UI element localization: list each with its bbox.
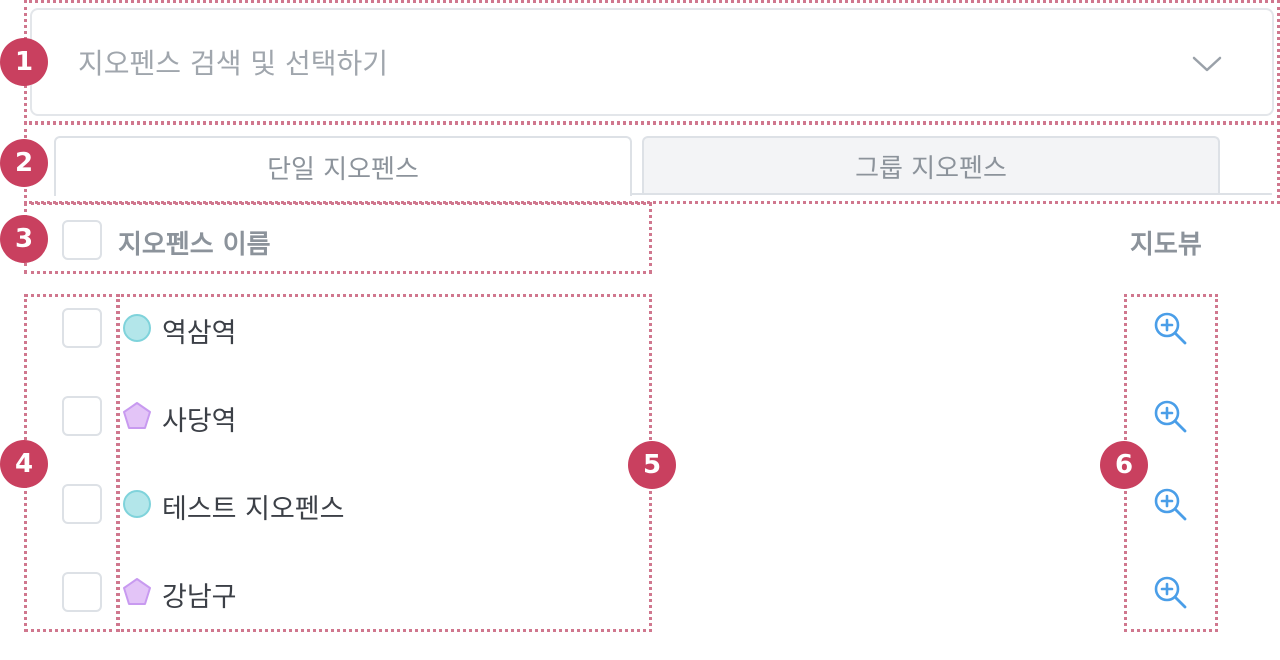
polygon-geofence-icon xyxy=(123,578,151,605)
chevron-down-icon[interactable] xyxy=(1190,48,1224,78)
annotation-marker-6: 6 xyxy=(1100,441,1148,489)
zoom-in-icon[interactable] xyxy=(1152,310,1188,346)
column-header-map-view: 지도뷰 xyxy=(1130,230,1202,260)
geofence-name: 테스트 지오펜스 xyxy=(162,494,345,525)
annotation-marker-2: 2 xyxy=(0,139,48,187)
annotation-marker-1: 1 xyxy=(0,38,48,86)
tab-group-geofence[interactable]: 그룹 지오펜스 xyxy=(642,136,1220,194)
tab-divider xyxy=(632,193,1272,195)
search-placeholder: 지오펜스 검색 및 선택하기 xyxy=(78,47,389,80)
select-all-checkbox[interactable] xyxy=(62,220,102,260)
row-checkbox[interactable] xyxy=(62,484,102,524)
geofence-panel: 지오펜스 검색 및 선택하기 단일 지오펜스 그룹 지오펜스 지오펜스 이름 지… xyxy=(0,0,1280,660)
circle-geofence-icon xyxy=(123,314,151,342)
annotation-marker-3: 3 xyxy=(0,215,48,263)
zoom-in-icon[interactable] xyxy=(1152,486,1188,522)
geofence-name: 사당역 xyxy=(162,406,237,437)
polygon-geofence-icon xyxy=(123,402,151,429)
row-checkbox[interactable] xyxy=(62,396,102,436)
geofence-name: 역삼역 xyxy=(162,318,237,349)
geofence-name: 강남구 xyxy=(162,582,237,613)
annotation-marker-4: 4 xyxy=(0,440,48,488)
row-checkbox[interactable] xyxy=(62,308,102,348)
circle-geofence-icon xyxy=(123,490,151,518)
row-checkbox[interactable] xyxy=(62,572,102,612)
column-header-name: 지오펜스 이름 xyxy=(118,230,271,260)
zoom-in-icon[interactable] xyxy=(1152,398,1188,434)
zoom-in-icon[interactable] xyxy=(1152,574,1188,610)
tab-single-geofence[interactable]: 단일 지오펜스 xyxy=(54,136,632,196)
geofence-search-select[interactable]: 지오펜스 검색 및 선택하기 xyxy=(30,8,1274,116)
annotation-marker-5: 5 xyxy=(628,441,676,489)
